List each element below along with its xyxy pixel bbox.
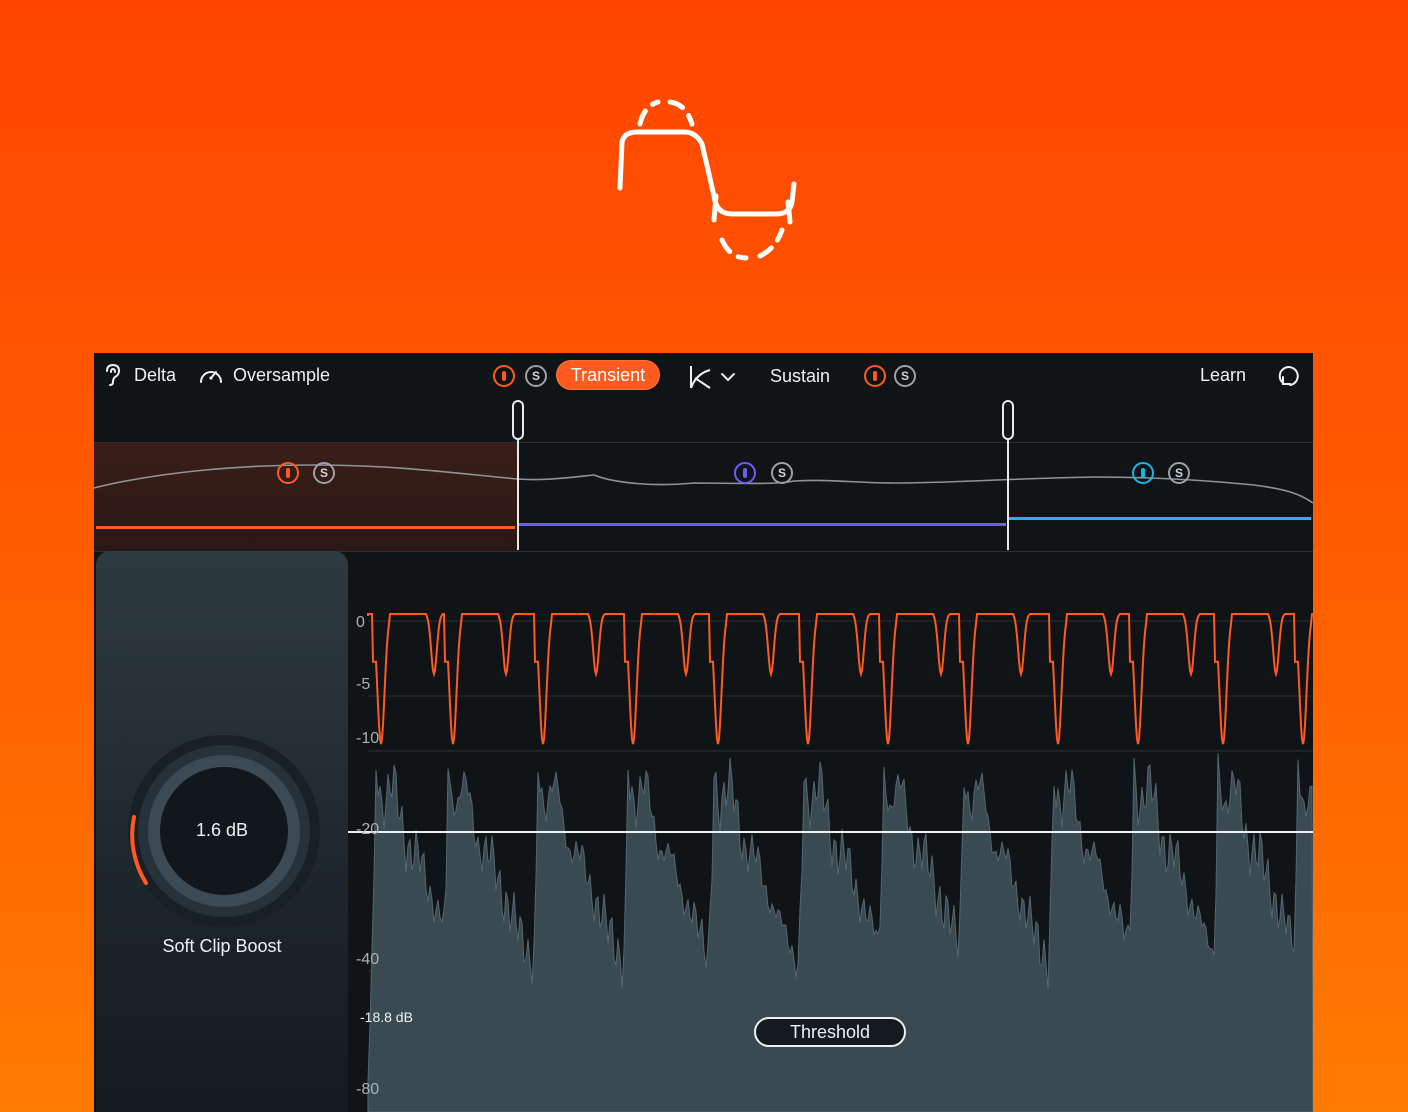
oversample-label: Oversample <box>233 364 331 385</box>
delta-label: Delta <box>134 364 177 385</box>
crossover-handle-1[interactable] <box>512 400 524 440</box>
low-band-level <box>96 526 515 529</box>
y-label-80: -80 <box>356 1081 380 1098</box>
spectrum-curve <box>94 464 1313 504</box>
history-icon[interactable] <box>1277 363 1301 389</box>
threshold-value: -18.8 dB <box>360 1009 413 1025</box>
knee-curve-icon <box>690 366 711 389</box>
solo-glyph: S <box>777 466 786 480</box>
soft-clip-value: 1.6 dB <box>195 820 249 840</box>
ear-icon <box>106 363 121 386</box>
soft-clip-label: Soft Clip Boost <box>162 936 282 956</box>
learn-label: Learn <box>1200 365 1247 385</box>
y-label-40: -40 <box>356 951 380 968</box>
gauge-icon <box>200 371 222 383</box>
mid-band-solo-button[interactable]: S <box>771 462 793 484</box>
transient-solo-button[interactable]: S <box>525 365 547 387</box>
high-band-mute-button[interactable] <box>1132 462 1154 484</box>
soft-clip-panel: 1.6 dB Soft Clip Boost <box>96 551 348 1112</box>
learn-button[interactable]: Learn <box>1200 365 1246 386</box>
threshold-handle[interactable]: Threshold <box>754 1017 906 1047</box>
transient-mute-button[interactable] <box>493 365 515 387</box>
sustain-tab[interactable]: Sustain <box>770 366 830 387</box>
transient-label: Transient <box>570 364 646 385</box>
delta-button[interactable]: Delta <box>104 363 176 387</box>
transient-tab[interactable]: Transient <box>556 360 660 390</box>
oversample-button[interactable]: Oversample <box>198 363 330 387</box>
high-band-solo-button[interactable]: S <box>1168 462 1190 484</box>
low-band-solo-button[interactable]: S <box>313 462 335 484</box>
mid-band-mute-button[interactable] <box>734 462 756 484</box>
high-band-level <box>1009 517 1311 520</box>
gain-reduction-curve <box>367 613 1313 745</box>
input-envelope <box>367 753 1313 1112</box>
clipped-sine-logo-icon <box>617 99 797 261</box>
crossover-handle-2[interactable] <box>1002 400 1014 440</box>
mid-band-level <box>519 523 1006 526</box>
threshold-label: Threshold <box>789 1021 871 1042</box>
transient-graph: 0 -5 -10 -20 -40 -80 -18.8 dB Threshold <box>348 551 1313 1112</box>
y-label-20: -20 <box>356 821 380 838</box>
y-label-5: -5 <box>356 676 371 693</box>
knee-selector[interactable] <box>688 364 736 390</box>
solo-glyph: S <box>1174 466 1183 480</box>
crossover-bands: S S S <box>94 442 1313 552</box>
sustain-mute-button[interactable] <box>864 365 886 387</box>
sustain-label: Sustain <box>770 366 831 386</box>
y-label-0: 0 <box>356 614 365 631</box>
solo-glyph: S <box>900 369 909 383</box>
low-band-mute-button[interactable] <box>277 462 299 484</box>
solo-glyph: S <box>319 466 328 480</box>
sustain-solo-button[interactable]: S <box>894 365 916 387</box>
plugin-window: Delta Oversample S Transient Sustain S L… <box>94 353 1313 1112</box>
y-label-10: -10 <box>356 730 380 747</box>
chevron-down-icon <box>721 373 735 382</box>
solo-glyph: S <box>531 369 540 383</box>
